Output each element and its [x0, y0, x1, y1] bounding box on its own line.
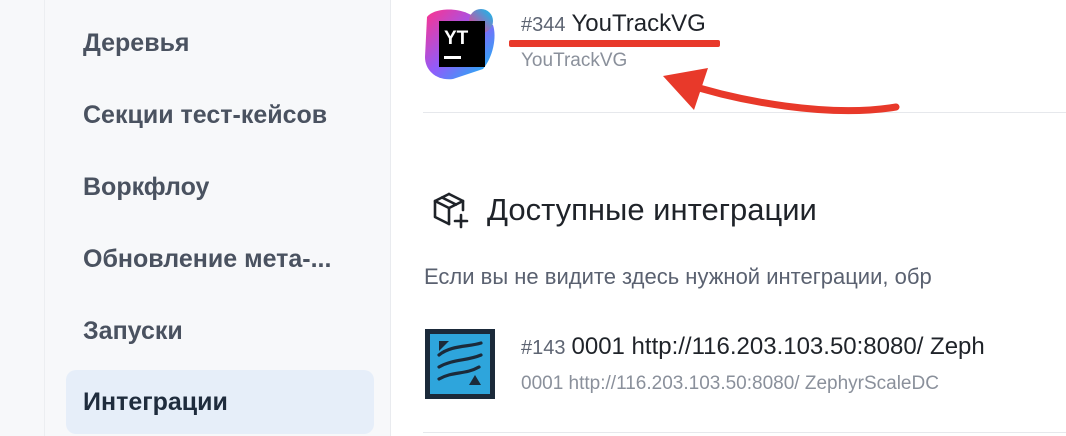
zephyr-integration-subtitle: 0001 http://116.203.103.50:8080/ ZephyrS…: [521, 373, 939, 394]
sidebar: Деревья Секции тест-кейсов Воркфлоу Обно…: [0, 0, 391, 436]
integration-name: YouTrackVG: [571, 10, 706, 37]
integration-title[interactable]: #344 YouTrackVG: [521, 10, 706, 38]
sidebar-item-test-case-sections[interactable]: Секции тест-кейсов: [66, 83, 374, 147]
section-header: Доступные интеграции: [431, 190, 817, 230]
integration-id: #143: [521, 337, 566, 359]
main-content: YT #344 YouTrackVG YouTrackVG Доступные и…: [391, 0, 1066, 436]
sidebar-divider: [44, 0, 45, 436]
sidebar-item-trees[interactable]: Деревья: [66, 11, 374, 75]
zephyr-scale-logo-icon: [425, 329, 495, 399]
sidebar-item-workflow[interactable]: Воркфлоу: [66, 155, 374, 219]
sidebar-item-label: Секции тест-кейсов: [83, 100, 328, 129]
integration-name: 0001 http://116.203.103.50:8080/ Zeph: [571, 333, 985, 360]
divider: [423, 112, 1066, 113]
sidebar-item-label: Запуски: [83, 316, 183, 345]
sidebar-item-label: Интеграции: [83, 387, 228, 416]
divider: [423, 432, 1066, 433]
sidebar-item-label: Воркфлоу: [83, 172, 210, 201]
integration-id: #344: [521, 14, 566, 36]
sidebar-item-integrations[interactable]: Интеграции: [66, 370, 374, 434]
sidebar-item-label: Деревья: [83, 28, 190, 57]
zephyr-integration-title[interactable]: #143 0001 http://116.203.103.50:8080/ Zep…: [521, 333, 985, 361]
sidebar-item-metadata-update[interactable]: Обновление мета-...: [66, 227, 374, 291]
integration-subtitle: YouTrackVG: [521, 50, 628, 71]
sidebar-item-label: Обновление мета-...: [83, 244, 332, 273]
package-plus-icon: [433, 192, 469, 229]
section-title: Доступные интеграции: [487, 192, 817, 227]
youtrack-logo-icon: YT: [425, 9, 495, 80]
sidebar-item-launches[interactable]: Запуски: [66, 299, 374, 363]
svg-text:YT: YT: [444, 28, 469, 49]
hint-text: Если вы не видите здесь нужной интеграци…: [424, 264, 932, 289]
